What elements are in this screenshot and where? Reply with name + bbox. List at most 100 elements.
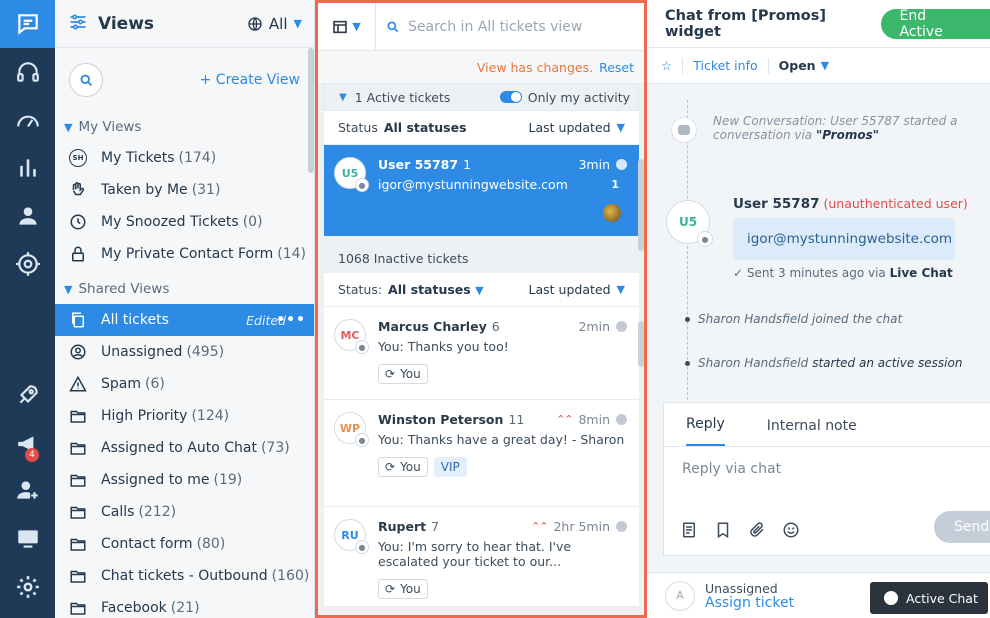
- ticket-list-panel: ▼ Search in All tickets view View has ch…: [315, 0, 647, 618]
- user-circle-icon: [67, 341, 89, 363]
- add-user-icon[interactable]: [0, 466, 55, 514]
- ticket-row[interactable]: RU ● Rupert 7 ⌃⌃ 2hr 5min You: I'm sorry to he…: [324, 507, 639, 607]
- views-filter-dropdown[interactable]: All ▼: [247, 15, 302, 33]
- sort-dropdown[interactable]: Last updated ▼: [529, 120, 625, 135]
- assignee-tag: ⟳ You: [378, 364, 428, 384]
- warning-icon: [67, 373, 89, 395]
- view-item-count: (0): [242, 214, 263, 230]
- view-item[interactable]: Chat tickets - Outbound (160): [55, 560, 314, 592]
- globe-icon: [248, 16, 262, 31]
- chevron-down-icon: ▼: [616, 283, 625, 296]
- megaphone-icon[interactable]: 4: [0, 420, 55, 468]
- assign-status: Unassigned: [705, 580, 778, 596]
- shared-views-toggle[interactable]: ▼ Shared Views: [55, 274, 314, 304]
- folder-icon: [67, 533, 89, 555]
- reply-input[interactable]: Reply via chat: [664, 447, 990, 491]
- end-active-button[interactable]: End Active: [881, 8, 990, 40]
- view-item[interactable]: Calls (212): [55, 496, 314, 528]
- view-item[interactable]: Taken by Me (31): [55, 174, 314, 206]
- chevron-down-icon[interactable]: ▼: [339, 92, 347, 103]
- only-my-activity-toggle[interactable]: Only my activity: [499, 90, 630, 105]
- status-filter[interactable]: All statuses: [384, 120, 467, 135]
- hand-icon: [67, 179, 89, 201]
- assignee-tag: ⟳ You: [378, 579, 428, 599]
- more-options-icon[interactable]: •••: [276, 312, 306, 328]
- inactive-list-scrollbar[interactable]: [638, 321, 644, 367]
- status-filter[interactable]: All statuses ▼: [388, 282, 484, 297]
- view-item[interactable]: Spam (6): [55, 368, 314, 400]
- ticket-row[interactable]: WP ● Winston Peterson 11 ⌃⌃ 8min You: Thanks h…: [324, 400, 639, 507]
- inactive-tickets-header: 1068 Inactive tickets: [324, 243, 639, 273]
- ticket-time: 8min: [578, 412, 610, 427]
- contacts-icon[interactable]: [0, 192, 55, 240]
- ticket-row[interactable]: MC ● Marcus Charley 6 2min You: Thanks you to…: [324, 307, 639, 400]
- view-item[interactable]: SH My Tickets (174): [55, 142, 314, 174]
- emoji-icon[interactable]: [780, 519, 802, 541]
- view-item[interactable]: Assigned to me (19): [55, 464, 314, 496]
- conversations-icon[interactable]: [0, 0, 55, 48]
- headset-icon[interactable]: [0, 48, 55, 96]
- assign-ticket-link[interactable]: Assign ticket: [705, 595, 794, 611]
- view-item[interactable]: Assigned to Auto Chat (73): [55, 432, 314, 464]
- bookmark-icon[interactable]: [712, 519, 734, 541]
- active-list-scrollbar[interactable]: [638, 159, 644, 251]
- ticket-name: User 55787: [378, 157, 459, 172]
- create-view-button[interactable]: + Create View: [200, 72, 300, 88]
- view-item[interactable]: Contact form (80): [55, 528, 314, 560]
- reports-icon[interactable]: [0, 144, 55, 192]
- chat-event: Sharon Handsfield started an active sessi…: [685, 356, 962, 370]
- notification-badge: 4: [25, 448, 39, 462]
- reset-link[interactable]: Reset: [599, 60, 634, 75]
- star-icon[interactable]: ☆: [661, 58, 672, 73]
- active-ticket-row[interactable]: U5 ● User 55787 1 3min igor@mystunningwe…: [324, 145, 639, 237]
- reassign-icon: ⟳: [385, 582, 396, 596]
- view-item[interactable]: Unassigned (495): [55, 336, 314, 368]
- view-item[interactable]: Facebook (21): [55, 592, 314, 618]
- tab-reply[interactable]: Reply: [686, 416, 725, 446]
- active-chat-button[interactable]: Active Chat: [870, 582, 988, 614]
- avatar: U5 ●: [666, 200, 713, 247]
- send-button[interactable]: Send: [934, 511, 990, 543]
- view-item-label: Spam: [101, 376, 141, 392]
- layout-toggle-button[interactable]: ▼: [318, 3, 376, 51]
- document-icon[interactable]: [678, 519, 700, 541]
- view-item[interactable]: High Priority (124): [55, 400, 314, 432]
- views-header: Views All ▼: [55, 0, 314, 48]
- ticket-time: 3min: [578, 157, 610, 172]
- paperclip-icon[interactable]: [746, 519, 768, 541]
- ticket-count: 7: [431, 519, 440, 534]
- ticket-info-link[interactable]: Ticket info: [693, 58, 757, 73]
- view-item-count: (174): [178, 150, 217, 166]
- view-item-count: (19): [213, 472, 243, 488]
- folder-icon: [67, 501, 89, 523]
- dashboard-icon[interactable]: [0, 97, 55, 145]
- status-dropdown[interactable]: Open ▼: [779, 58, 829, 73]
- search-views-button[interactable]: [69, 63, 103, 97]
- view-item-count: (495): [186, 344, 225, 360]
- view-item-label: All tickets: [101, 312, 169, 328]
- view-item[interactable]: My Snoozed Tickets (0): [55, 206, 314, 238]
- view-item-label: Assigned to Auto Chat: [101, 440, 257, 456]
- lock-icon: [67, 243, 89, 265]
- view-item-count: (212): [138, 504, 177, 520]
- views-sidebar: Views All ▼ + Create View ▼ My Views SH M…: [55, 0, 315, 618]
- sliders-icon[interactable]: [68, 12, 88, 36]
- folder-icon: [67, 437, 89, 459]
- settings-icon[interactable]: [0, 563, 55, 611]
- rocket-icon[interactable]: [0, 371, 55, 419]
- view-item[interactable]: All tickets Edited •••: [55, 304, 314, 336]
- tab-internal-note[interactable]: Internal note: [767, 418, 857, 446]
- monitor-icon[interactable]: [0, 515, 55, 563]
- view-item-count: (160): [271, 568, 310, 584]
- chat-event: Sharon Handsfield joined the chat: [685, 312, 902, 326]
- view-changes-text: View has changes.: [476, 59, 594, 75]
- view-item-count: (21): [170, 600, 200, 616]
- target-icon[interactable]: [0, 240, 55, 288]
- my-views-toggle[interactable]: ▼ My Views: [55, 112, 314, 142]
- view-item[interactable]: My Private Contact Form (14): [55, 238, 314, 270]
- toggle-switch[interactable]: [499, 91, 522, 103]
- ticket-count: 11: [508, 412, 525, 427]
- view-item-label: Assigned to me: [101, 472, 210, 488]
- ticket-search-input[interactable]: Search in All tickets view: [376, 19, 582, 35]
- sort-dropdown[interactable]: Last updated ▼: [529, 282, 625, 297]
